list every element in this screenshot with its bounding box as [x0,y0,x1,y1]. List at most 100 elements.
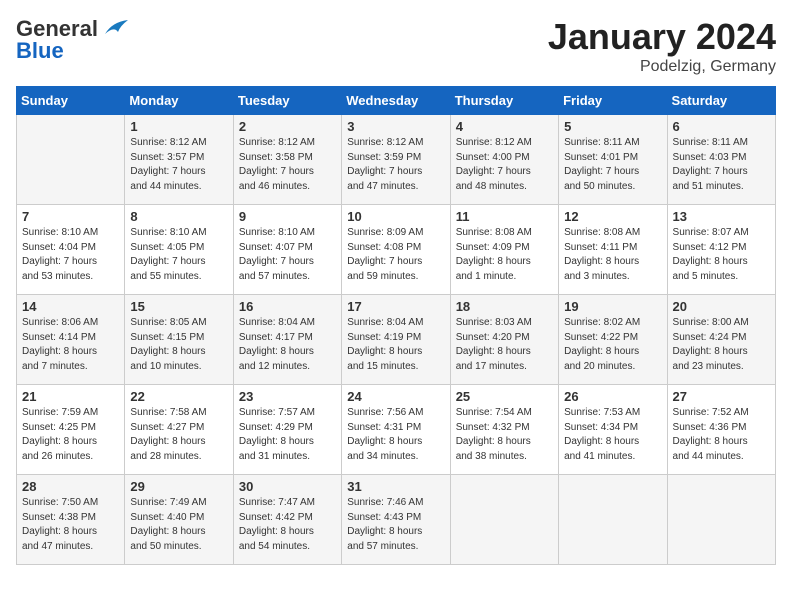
logo-bird-icon [100,18,130,40]
header-saturday: Saturday [667,87,775,115]
calendar-cell: 19Sunrise: 8:02 AM Sunset: 4:22 PM Dayli… [559,295,667,385]
header-tuesday: Tuesday [233,87,341,115]
calendar-cell: 18 Sunrise: 8:03 AM Sunset: 4:20 PM Dayli… [450,295,558,385]
day-number: 30 [239,479,336,494]
day-info: Sunrise: 8:08 AM Sunset: 4:11 PM Dayligh… [564,226,661,284]
day-info: Sunrise: 8:05 AM Sunset: 4:15 PM Dayligh… [130,316,227,374]
day-number: 12 [564,209,661,224]
calendar-cell [559,475,667,565]
location: Podelzig, Germany [548,58,776,76]
day-number: 2 [239,119,336,134]
day-number: 14 [22,299,119,314]
day-info: Sunrise: 8:04 AM Sunset: 4:19 PM Dayligh… [347,316,444,374]
day-info: Sunrise: 7:56 AM Sunset: 4:31 PM Dayligh… [347,406,444,464]
day-info: Sunrise: 8:08 AM Sunset: 4:09 PM Dayligh… [456,226,553,284]
day-number: 18 [456,299,553,314]
calendar-cell [17,115,125,205]
calendar-cell: 14Sunrise: 8:06 AM Sunset: 4:14 PM Dayli… [17,295,125,385]
day-info: Sunrise: 7:54 AM Sunset: 4:32 PM Dayligh… [456,406,553,464]
day-number: 20 [673,299,770,314]
calendar-cell: 31 Sunrise: 7:46 AM Sunset: 4:43 PM Dayli… [342,475,450,565]
calendar-cell: 3 Sunrise: 8:12 AM Sunset: 3:59 PM Daylig… [342,115,450,205]
calendar-cell: 9 Sunrise: 8:10 AM Sunset: 4:07 PM Daylig… [233,205,341,295]
calendar-cell: 15 Sunrise: 8:05 AM Sunset: 4:15 PM Dayli… [125,295,233,385]
calendar-cell: 25 Sunrise: 7:54 AM Sunset: 4:32 PM Dayli… [450,385,558,475]
day-info: Sunrise: 7:47 AM Sunset: 4:42 PM Dayligh… [239,496,336,554]
calendar-cell: 21 Sunrise: 7:59 AM Sunset: 4:25 PM Dayli… [17,385,125,475]
calendar-week-1: 1Sunrise: 8:12 AM Sunset: 3:57 PM Daylig… [17,115,776,205]
day-number: 22 [130,389,227,404]
day-number: 21 [22,389,119,404]
day-number: 9 [239,209,336,224]
day-info: Sunrise: 8:11 AM Sunset: 4:03 PM Dayligh… [673,136,770,194]
calendar-cell: 1Sunrise: 8:12 AM Sunset: 3:57 PM Daylig… [125,115,233,205]
day-info: Sunrise: 8:10 AM Sunset: 4:04 PM Dayligh… [22,226,119,284]
day-info: Sunrise: 8:03 AM Sunset: 4:20 PM Dayligh… [456,316,553,374]
day-number: 4 [456,119,553,134]
day-number: 27 [673,389,770,404]
day-info: Sunrise: 7:52 AM Sunset: 4:36 PM Dayligh… [673,406,770,464]
calendar-week-4: 21 Sunrise: 7:59 AM Sunset: 4:25 PM Dayli… [17,385,776,475]
day-info: Sunrise: 8:09 AM Sunset: 4:08 PM Dayligh… [347,226,444,284]
day-info: Sunrise: 8:00 AM Sunset: 4:24 PM Dayligh… [673,316,770,374]
day-number: 16 [239,299,336,314]
day-number: 11 [456,209,553,224]
day-info: Sunrise: 8:12 AM Sunset: 4:00 PM Dayligh… [456,136,553,194]
calendar-cell: 24 Sunrise: 7:56 AM Sunset: 4:31 PM Dayli… [342,385,450,475]
calendar-cell: 26 Sunrise: 7:53 AM Sunset: 4:34 PM Dayli… [559,385,667,475]
day-number: 3 [347,119,444,134]
calendar-cell: 29Sunrise: 7:49 AM Sunset: 4:40 PM Dayli… [125,475,233,565]
day-number: 25 [456,389,553,404]
day-number: 13 [673,209,770,224]
day-number: 7 [22,209,119,224]
calendar-week-2: 7 Sunrise: 8:10 AM Sunset: 4:04 PM Daylig… [17,205,776,295]
day-info: Sunrise: 8:12 AM Sunset: 3:57 PM Dayligh… [130,136,227,194]
calendar-cell: 17Sunrise: 8:04 AM Sunset: 4:19 PM Dayli… [342,295,450,385]
calendar-week-5: 28 Sunrise: 7:50 AM Sunset: 4:38 PM Dayli… [17,475,776,565]
header-friday: Friday [559,87,667,115]
day-info: Sunrise: 7:53 AM Sunset: 4:34 PM Dayligh… [564,406,661,464]
day-info: Sunrise: 8:12 AM Sunset: 3:58 PM Dayligh… [239,136,336,194]
calendar-cell: 10 Sunrise: 8:09 AM Sunset: 4:08 PM Dayli… [342,205,450,295]
header-monday: Monday [125,87,233,115]
day-info: Sunrise: 8:02 AM Sunset: 4:22 PM Dayligh… [564,316,661,374]
day-number: 26 [564,389,661,404]
day-info: Sunrise: 8:10 AM Sunset: 4:07 PM Dayligh… [239,226,336,284]
day-info: Sunrise: 7:50 AM Sunset: 4:38 PM Dayligh… [22,496,119,554]
day-info: Sunrise: 7:57 AM Sunset: 4:29 PM Dayligh… [239,406,336,464]
calendar-cell [450,475,558,565]
day-number: 24 [347,389,444,404]
calendar-cell: 30 Sunrise: 7:47 AM Sunset: 4:42 PM Dayli… [233,475,341,565]
day-number: 6 [673,119,770,134]
day-info: Sunrise: 8:04 AM Sunset: 4:17 PM Dayligh… [239,316,336,374]
calendar-cell: 7 Sunrise: 8:10 AM Sunset: 4:04 PM Daylig… [17,205,125,295]
calendar-header-row: SundayMondayTuesdayWednesdayThursdayFrid… [17,87,776,115]
day-number: 23 [239,389,336,404]
day-number: 29 [130,479,227,494]
day-number: 31 [347,479,444,494]
day-info: Sunrise: 7:58 AM Sunset: 4:27 PM Dayligh… [130,406,227,464]
logo-blue-text: Blue [16,38,64,64]
calendar-cell: 13 Sunrise: 8:07 AM Sunset: 4:12 PM Dayli… [667,205,775,295]
day-number: 28 [22,479,119,494]
page-header: General Blue January 2024 Podelzig, Germ… [16,16,776,76]
calendar-cell: 5Sunrise: 8:11 AM Sunset: 4:01 PM Daylig… [559,115,667,205]
calendar-cell: 23 Sunrise: 7:57 AM Sunset: 4:29 PM Dayli… [233,385,341,475]
title-block: January 2024 Podelzig, Germany [548,16,776,76]
calendar-cell: 6 Sunrise: 8:11 AM Sunset: 4:03 PM Daylig… [667,115,775,205]
day-number: 10 [347,209,444,224]
day-info: Sunrise: 8:12 AM Sunset: 3:59 PM Dayligh… [347,136,444,194]
day-info: Sunrise: 8:07 AM Sunset: 4:12 PM Dayligh… [673,226,770,284]
calendar-cell: 4 Sunrise: 8:12 AM Sunset: 4:00 PM Daylig… [450,115,558,205]
header-thursday: Thursday [450,87,558,115]
day-info: Sunrise: 7:46 AM Sunset: 4:43 PM Dayligh… [347,496,444,554]
month-title: January 2024 [548,16,776,58]
calendar-table: SundayMondayTuesdayWednesdayThursdayFrid… [16,86,776,565]
day-info: Sunrise: 7:59 AM Sunset: 4:25 PM Dayligh… [22,406,119,464]
day-number: 15 [130,299,227,314]
calendar-cell: 2 Sunrise: 8:12 AM Sunset: 3:58 PM Daylig… [233,115,341,205]
calendar-cell: 11 Sunrise: 8:08 AM Sunset: 4:09 PM Dayli… [450,205,558,295]
calendar-cell: 28 Sunrise: 7:50 AM Sunset: 4:38 PM Dayli… [17,475,125,565]
calendar-cell: 20 Sunrise: 8:00 AM Sunset: 4:24 PM Dayli… [667,295,775,385]
calendar-cell: 22 Sunrise: 7:58 AM Sunset: 4:27 PM Dayli… [125,385,233,475]
